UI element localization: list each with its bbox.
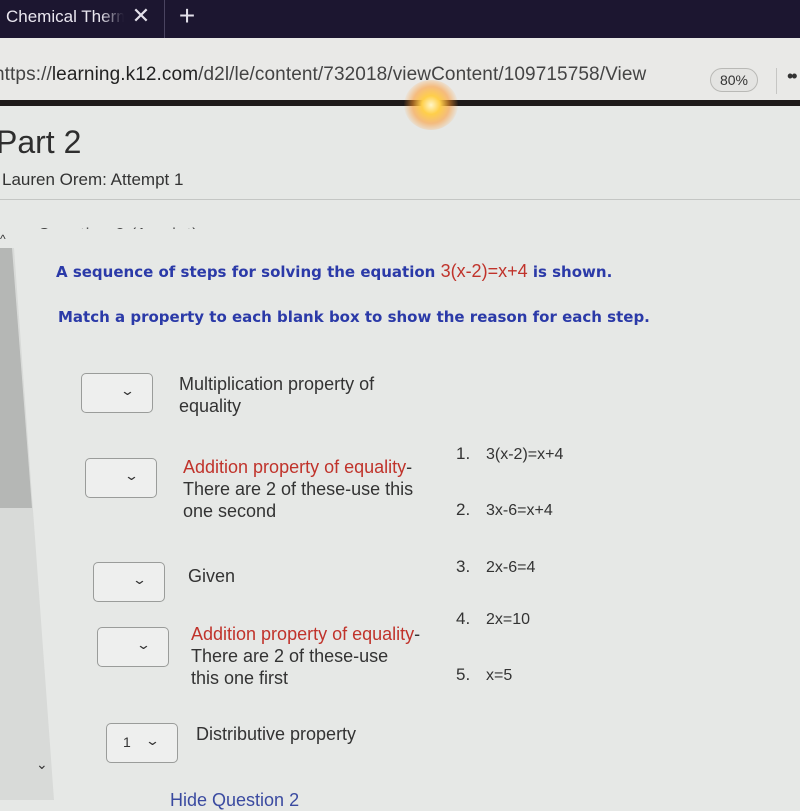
header-divider bbox=[0, 199, 800, 200]
question-prompt: A sequence of steps for solving the equa… bbox=[56, 261, 612, 282]
attempt-label: Lauren Orem: Attempt 1 bbox=[2, 170, 184, 189]
step-number: 4. bbox=[456, 609, 471, 628]
property-label-4: Addition property of equality-There are … bbox=[191, 623, 421, 689]
close-icon[interactable]: ✕ bbox=[130, 4, 152, 28]
chevron-down-icon[interactable]: ⌄ bbox=[36, 756, 48, 773]
step-expression: 2x=10 bbox=[486, 611, 531, 628]
step-item-3: 3. 2x-6=4 bbox=[456, 557, 535, 577]
property-label-1: Multiplication property of equality bbox=[179, 373, 429, 417]
property-label-highlight: Addition property of equality bbox=[183, 457, 407, 477]
match-dropdown-2[interactable]: ⌄ bbox=[85, 458, 157, 498]
step-item-1: 1. 3(x-2)=x+4 bbox=[456, 444, 563, 464]
dropdown-value: 1 bbox=[123, 734, 131, 750]
property-label-5: Distributive property bbox=[196, 723, 426, 745]
chevron-down-icon: ⌄ bbox=[119, 383, 136, 398]
step-expression: 3x-6=x+4 bbox=[486, 502, 553, 519]
step-number: 2. bbox=[456, 500, 471, 519]
toolbar-bottom-border bbox=[0, 100, 800, 106]
step-item-2: 2. 3x-6=x+4 bbox=[456, 500, 553, 520]
url-scheme: https:// bbox=[0, 64, 52, 85]
tab-divider bbox=[164, 0, 165, 38]
step-number: 5. bbox=[456, 665, 471, 684]
chevron-down-icon: ⌄ bbox=[131, 572, 148, 587]
match-dropdown-3[interactable]: ⌄ bbox=[93, 562, 165, 602]
ellipsis-icon[interactable]: •• bbox=[787, 66, 798, 87]
chevron-down-icon: ⌄ bbox=[123, 468, 140, 483]
address-bar[interactable]: https://learning.k12.com/d2l/le/content/… bbox=[0, 38, 800, 101]
tab-title: Chemical Therm bbox=[6, 7, 124, 26]
url-text[interactable]: https://learning.k12.com/d2l/le/content/… bbox=[0, 64, 646, 86]
zoom-level-badge[interactable]: 80% bbox=[710, 68, 758, 92]
url-host: learning.k12.com bbox=[51, 64, 199, 85]
prompt-equation: 3(x-2)=x+4 bbox=[440, 261, 528, 281]
page-title: Part 2 bbox=[0, 124, 82, 160]
step-expression: 2x-6=4 bbox=[486, 559, 536, 576]
scroll-up-arrow[interactable]: ^ bbox=[0, 232, 12, 248]
step-expression: x=5 bbox=[486, 667, 513, 684]
step-item-5: 5. x=5 bbox=[456, 665, 512, 685]
prompt-text: A sequence of steps for solving the equa… bbox=[56, 263, 441, 281]
property-label-text: Given bbox=[188, 566, 236, 586]
match-dropdown-4[interactable]: ⌄ bbox=[97, 627, 169, 667]
property-label-text: Distributive property bbox=[196, 724, 357, 744]
light-glare bbox=[404, 80, 458, 130]
toolbar-divider bbox=[776, 68, 777, 94]
step-expression: 3(x-2)=x+4 bbox=[486, 446, 564, 463]
hide-question-link[interactable]: Hide Question 2 bbox=[170, 790, 299, 811]
property-label-3: Given bbox=[188, 565, 418, 587]
tab-bar: Chemical Therm ✕ + bbox=[0, 0, 800, 38]
question-heading: Question 2 (1 point) bbox=[38, 220, 199, 229]
chevron-down-icon: ⌄ bbox=[144, 733, 161, 748]
property-label-text: Multiplication property of equality bbox=[179, 374, 375, 416]
property-label-2: Addition property of equality-There are … bbox=[183, 456, 423, 522]
plus-icon[interactable]: + bbox=[174, 2, 200, 30]
question-instruction: Match a property to each blank box to sh… bbox=[58, 308, 650, 326]
prompt-text-end: is shown. bbox=[527, 263, 613, 281]
step-number: 3. bbox=[456, 557, 471, 576]
step-number: 1. bbox=[456, 444, 471, 463]
match-dropdown-1[interactable]: ⌄ bbox=[81, 373, 153, 413]
step-item-4: 4. 2x=10 bbox=[456, 609, 530, 629]
property-label-highlight: Addition property of equality bbox=[191, 624, 415, 644]
match-dropdown-5[interactable]: 1 ⌄ bbox=[106, 723, 178, 763]
chevron-down-icon: ⌄ bbox=[135, 637, 152, 652]
browser-tab[interactable]: Chemical Therm ✕ bbox=[0, 0, 162, 34]
